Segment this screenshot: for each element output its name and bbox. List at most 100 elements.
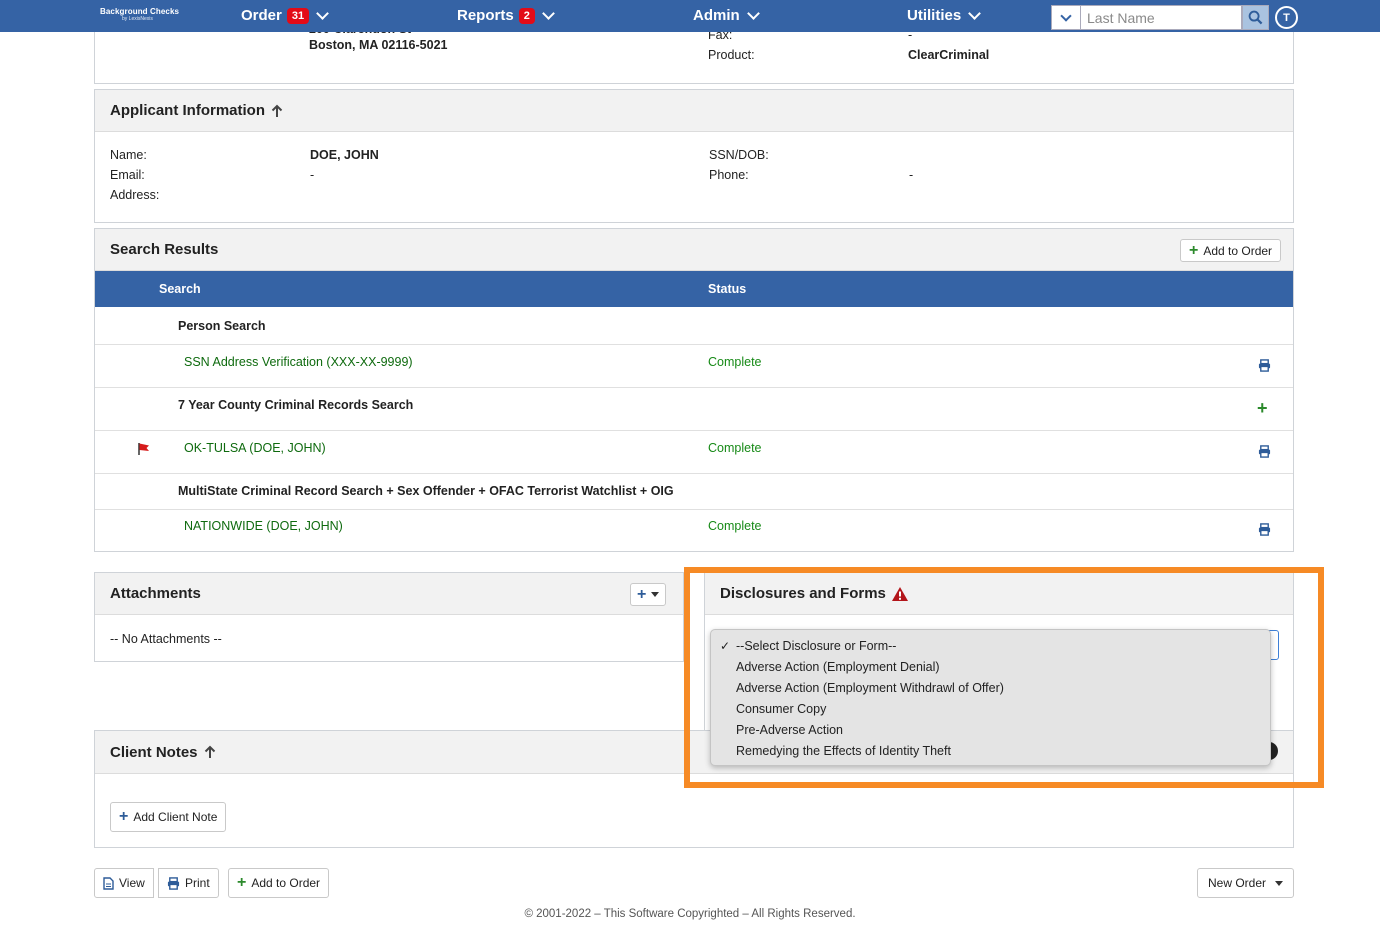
checkmark-icon: ✓	[720, 639, 731, 653]
dropdown-option[interactable]: Adverse Action (Employment Withdrawl of …	[736, 681, 1004, 695]
nav-order-label: Order	[241, 7, 282, 24]
disclosures-title: Disclosures and Forms	[720, 585, 886, 602]
flag-icon	[138, 443, 149, 455]
add-to-order-bottom-label: Add to Order	[251, 876, 321, 890]
print-button[interactable]: Print	[158, 868, 219, 898]
printer-icon[interactable]	[1258, 359, 1271, 372]
add-to-order-button[interactable]: + Add to Order	[1180, 239, 1282, 262]
name-value: DOE, JOHN	[310, 148, 379, 162]
new-order-button[interactable]: New Order	[1197, 868, 1294, 898]
search-item-link[interactable]: NATIONWIDE (DOE, JOHN)	[184, 519, 343, 533]
nav-order[interactable]: Order 31	[241, 6, 329, 24]
nav-admin-label: Admin	[693, 7, 740, 24]
order-count-badge: 31	[286, 7, 310, 24]
nav-reports[interactable]: Reports 2	[457, 6, 555, 24]
dropdown-option[interactable]: Adverse Action (Employment Denial)	[736, 660, 940, 674]
applicant-info-title: Applicant Information	[110, 102, 265, 119]
client-notes-title: Client Notes	[110, 743, 198, 761]
chevron-down-icon	[746, 6, 760, 20]
phone-value: -	[909, 168, 914, 182]
group-name: MultiState Criminal Record Search + Sex …	[178, 484, 674, 498]
brand-logo[interactable]: Background Checks by LexisNexis	[100, 7, 180, 22]
add-client-note-button[interactable]: + Add Client Note	[110, 802, 227, 832]
attachments-panel: Attachments + -- No Attachments --	[94, 572, 684, 662]
search-item-link[interactable]: SSN Address Verification (XXX-XX-9999)	[184, 355, 413, 369]
printer-icon[interactable]	[1258, 523, 1271, 536]
add-client-note-label: Add Client Note	[133, 810, 218, 824]
attachments-title: Attachments	[110, 585, 201, 602]
col-status: Status	[708, 282, 747, 296]
new-order-label: New Order	[1208, 876, 1267, 890]
panel-header: Disclosures and Forms	[705, 573, 1293, 615]
footer-copyright: © 2001-2022 – This Software Copyrighted …	[524, 908, 856, 920]
address-label: Address:	[110, 188, 160, 202]
search-results-panel: Search Results + Add to Order Search Sta…	[94, 228, 1294, 552]
chevron-down-icon	[541, 6, 555, 20]
print-label: Print	[185, 876, 210, 890]
table-header: Search Status	[95, 271, 1293, 307]
nav-reports-label: Reports	[457, 7, 514, 24]
no-attachments-text: -- No Attachments --	[110, 632, 222, 646]
add-search-plus-icon[interactable]: +	[1257, 398, 1268, 419]
status-text: Complete	[708, 355, 762, 369]
add-to-order-bottom-button[interactable]: + Add to Order	[228, 868, 330, 898]
table-row: NATIONWIDE (DOE, JOHN) Complete	[95, 509, 1293, 551]
dropdown-option[interactable]: --Select Disclosure or Form--	[736, 639, 896, 653]
arrow-up-icon[interactable]	[204, 745, 216, 759]
panel-header: Applicant Information	[95, 90, 1293, 132]
plus-icon: +	[119, 808, 129, 825]
status-text: Complete	[708, 519, 762, 533]
view-label: View	[119, 876, 145, 890]
search-button[interactable]	[1242, 5, 1269, 30]
email-label: Email:	[110, 168, 145, 182]
plus-icon: +	[637, 585, 647, 603]
plus-icon: +	[1189, 241, 1199, 259]
group-name: 7 Year County Criminal Records Search	[178, 398, 414, 412]
search-results-title: Search Results	[110, 241, 219, 258]
warning-icon	[891, 586, 908, 601]
add-attachment-button[interactable]: +	[630, 583, 667, 606]
arrow-up-icon[interactable]	[271, 104, 283, 118]
disclosure-dropdown-menu: ✓ --Select Disclosure or Form-- Adverse …	[710, 629, 1271, 766]
panel-header: Attachments	[95, 573, 683, 615]
search-icon	[1248, 10, 1263, 25]
nav-admin[interactable]: Admin	[693, 6, 760, 24]
product-label: Product:	[708, 48, 755, 62]
plus-icon: +	[237, 874, 247, 891]
search-type-dropdown[interactable]	[1051, 5, 1080, 30]
table-group-row: MultiState Criminal Record Search + Sex …	[95, 473, 1293, 509]
email-value: -	[310, 168, 315, 182]
col-search: Search	[159, 282, 201, 296]
panel-header: Search Results	[95, 229, 1293, 271]
table-group-row: Person Search	[95, 307, 1293, 344]
ssn-dob-label: SSN/DOB:	[709, 148, 769, 162]
add-to-order-label: Add to Order	[1203, 243, 1273, 258]
status-text: Complete	[708, 441, 762, 455]
name-label: Name:	[110, 148, 147, 162]
product-value: ClearCriminal	[908, 48, 990, 62]
document-icon	[103, 876, 114, 890]
printer-icon[interactable]	[1258, 445, 1271, 458]
dropdown-option[interactable]: Consumer Copy	[736, 702, 826, 716]
top-navbar: Background Checks by LexisNexis Order 31…	[0, 0, 1380, 32]
dropdown-option[interactable]: Pre-Adverse Action	[736, 723, 843, 737]
chevron-down-icon	[968, 6, 982, 20]
table-group-row: 7 Year County Criminal Records Search +	[95, 387, 1293, 430]
logo-subtext: by LexisNexis	[122, 16, 153, 22]
group-name: Person Search	[178, 319, 266, 333]
view-button[interactable]: View	[94, 868, 154, 898]
nav-utilities[interactable]: Utilities	[907, 6, 982, 24]
table-row: OK-TULSA (DOE, JOHN) Complete	[95, 430, 1293, 473]
caret-down-icon	[651, 592, 660, 597]
user-avatar[interactable]: T	[1275, 6, 1298, 29]
chevron-down-icon	[316, 6, 329, 20]
search-item-link[interactable]: OK-TULSA (DOE, JOHN)	[184, 441, 326, 455]
caret-down-icon	[1275, 880, 1284, 886]
search-bar	[1051, 5, 1269, 30]
chevron-down-icon	[1060, 9, 1072, 22]
logo-text: Background Checks	[100, 7, 180, 16]
nav-utilities-label: Utilities	[907, 7, 962, 24]
table-row: SSN Address Verification (XXX-XX-9999) C…	[95, 344, 1293, 387]
dropdown-option[interactable]: Remedying the Effects of Identity Theft	[736, 744, 951, 758]
search-input[interactable]	[1080, 5, 1242, 30]
